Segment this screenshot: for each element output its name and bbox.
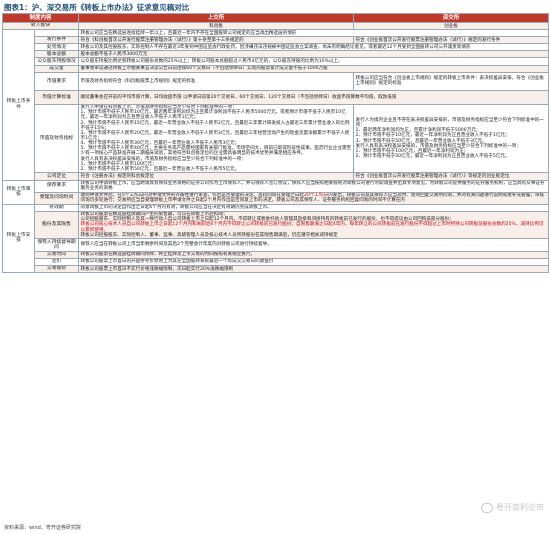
r5-text: 公众股东持股比例达到转板公司股份总数的25%以上；转板公司股本总额超过人民币4亿… bbox=[78, 57, 550, 66]
comparison-table: 制度内容 上交所 深交所 转入板块 科创板 创业板 转板上市条件 转板公司应当在… bbox=[1, 13, 550, 274]
r9-sse: 发行人申请在科创板上市，市值及财务指标应当至少符合下列标准中的一项： 1、预计市… bbox=[78, 103, 355, 174]
r6-label: 成交量 bbox=[33, 64, 80, 73]
row-r9: 市值及财务指标 发行人申请在科创板上市，市值及财务指标应当至少符合下列标准中的一… bbox=[3, 103, 550, 174]
board-szse: 创业板 bbox=[353, 21, 550, 31]
row-r6: 成交量 董事会审议通过转板上市相关事宜决议公告日前连续60个交易日（不包括停牌日… bbox=[3, 64, 550, 73]
r10-sse: 符合《注册办法》规定的科创板定位 bbox=[78, 172, 355, 181]
watermark-text: 粤开崇利论市 bbox=[496, 503, 544, 512]
r9-sse-line: 5、预计市值不低于人民币40亿元，主要业务或产品需经国家有关部门批准，市场空间大… bbox=[80, 146, 352, 157]
r16-label: 交易时间 bbox=[33, 250, 80, 259]
cat-review: 转板上市审核 bbox=[2, 179, 35, 205]
r7-sse: 市值及财务指标符合《科创板股票上市规则》规定的标准 bbox=[78, 71, 355, 91]
r13-label: 有效期 bbox=[33, 203, 80, 212]
r15-text: 保荐人应当在转板公司上市当年剩余时间及其后2个完整会计年度内对转板公司进行持续督… bbox=[78, 238, 550, 252]
r12-label: 受理及问询时间 bbox=[33, 191, 80, 205]
wechat-icon bbox=[481, 502, 493, 513]
cat-conditions: 转板上市条件 bbox=[2, 29, 35, 181]
board-label: 转入板块 bbox=[1, 21, 80, 31]
row-board: 转入板块 科创板 创业板 bbox=[1, 21, 550, 31]
r8-label: 市值计算标准 bbox=[33, 89, 80, 105]
row-r7: 市值要求 市值及财务指标符合《科创板股票上市规则》规定的标准 转板公司应当符合《… bbox=[3, 71, 550, 91]
r9-szse: 发行人为境内企业且不存在表决权差异安排的，市值及财务指标应当至少符合下列标准中的… bbox=[353, 103, 550, 174]
row-r5: 公众股东持股情况 公众股东持股比例达到转板公司股份总数的25%以上；转板公司股本… bbox=[3, 57, 550, 66]
r10-szse: 符合《创业板首次公开发行股票注册管理办法（试行）》等规定的创业板定位 bbox=[353, 172, 550, 181]
r11-text: 转板公司申请转板上市，应当聘请具有保荐业务资格的证券公司作为上市保荐人，并与保荐… bbox=[78, 179, 550, 193]
r16-text: 转板公司股票在精选层挂牌期间停牌、终止挂牌及上市交易的时间按照有关规定执行。 bbox=[78, 250, 550, 259]
row-r17: 定价 转板公司股票上市首日的开盘参考价原则上为其在全国股转系统最后一个有成交交易… bbox=[3, 257, 550, 267]
row-r12: 受理及问询时间 收到申请文件后，在5个工作日内对申请文件的齐备性进行审查，作出是… bbox=[3, 191, 550, 205]
r11-label: 保荐要求 bbox=[33, 179, 80, 193]
row-r15: 保荐人持续督导期间 保荐人应当在转板公司上市当年剩余时间及其后2个完整会计年度内… bbox=[3, 238, 550, 252]
watermark: 粤开崇利论市 bbox=[481, 502, 544, 513]
r4-text: 股本总额不低于人民币3000万元 bbox=[78, 50, 550, 59]
r9-sse-line: 1、预计市值不低于人民币10亿元，最近两年净利润均为正且累计净利润不低于人民币5… bbox=[80, 110, 346, 121]
header-sse: 上交所 bbox=[78, 13, 355, 23]
r3-text: 转板公司及其控股股东、实际控制人不存在最近3年受到中国证监会行政处罚，因涉嫌违法… bbox=[78, 43, 550, 52]
r9-szse-line: 2、预计市值不低于50亿元，最近一年净利润为正且营业收入不低于5亿元。 bbox=[355, 153, 510, 159]
r2-szse: 符合《创业板首次公开发行股票注册管理办法（试行）》规定的发行条件 bbox=[353, 36, 550, 45]
row-r18: 交易规则 转板公司股票上市首日不实行价格涨跌幅限制，次日起实行20%涨跌幅限制 bbox=[3, 265, 550, 274]
r5-label: 公众股东持股情况 bbox=[33, 57, 80, 66]
r10-label: 公司定位 bbox=[33, 172, 80, 181]
header-szse: 深交所 bbox=[353, 13, 550, 23]
r7-szse: 转板公司应当符合《创业板上市规则》规定的转板上市条件：表决权差异安排，符合《创业… bbox=[353, 71, 550, 91]
r9-szse-line: 发行人为境内企业且不存在表决权差异安排的，市值及财务指标应当至少符合下列标准中的… bbox=[355, 118, 544, 129]
r17-label: 定价 bbox=[33, 257, 80, 267]
cat-arrange: 转板上市安排 bbox=[2, 203, 35, 274]
r18-label: 交易规则 bbox=[33, 265, 80, 274]
row-r1: 转板上市条件 转板公司应当在精选层连续挂牌一年以上，且最近一年内不存在全国股转公… bbox=[2, 29, 550, 181]
row-r2: 发行条件 符合《科创板首次公开发行股票注册管理办法（试行）》第十条至第十三条规定… bbox=[3, 36, 550, 45]
header-row: 制度内容 上交所 深交所 bbox=[1, 13, 550, 23]
r15-label: 保荐人持续督导期间 bbox=[33, 238, 80, 252]
r9-sse-line: 3、预计市值不低于人民币20亿元，最近一年营业收入不低于人民币3亿元，且最近三年… bbox=[80, 130, 350, 141]
r7-label: 市值要求 bbox=[33, 71, 80, 91]
r2-label: 发行条件 bbox=[33, 36, 80, 45]
r9-sse-line: 2、预计市值不低于人民币50亿元，且最近一年营业收入不低于人民币5亿元。 bbox=[80, 166, 240, 172]
row-r16: 交易时间 转板公司股票在精选层挂牌期间停牌、终止挂牌及上市交易的时间按照有关规定… bbox=[3, 250, 550, 259]
r1-text: 转板公司应当在精选层连续挂牌一年以上，且最近一年内不存在全国股转公司规定的应当调… bbox=[78, 29, 550, 38]
r9-sse-line: 2、预计市值不低于人民币15亿元，最近一年营业收入不低于人民币2亿元，且最近三年… bbox=[80, 120, 350, 131]
r14-label: 股份及其限售 bbox=[33, 210, 80, 240]
row-r10: 公司定位 符合《注册办法》规定的科创板定位 符合《创业板首次公开发行股票注册管理… bbox=[3, 172, 550, 181]
row-r14: 股份及其限售 转板公司股票在精选层挂牌期间产生的限售期，可以在转板上市后扣除； … bbox=[3, 210, 550, 240]
r13-text: 同意转板上市的决定自作出之日起6个月内有效，转板公司应当在决定有效期内完成转板上… bbox=[78, 203, 550, 212]
row-r13: 转板上市安排 有效期 同意转板上市的决定自作出之日起6个月内有效，转板公司应当在… bbox=[2, 203, 550, 274]
header-col1: 制度内容 bbox=[1, 13, 80, 23]
r18-text: 转板公司股票上市首日不实行价格涨跌幅限制，次日起实行20%涨跌幅限制 bbox=[78, 265, 550, 274]
r14-text: 转板公司股票在精选层挂牌期间产生的限售期，可以在转板上市后扣除； 公司控股股东、… bbox=[78, 210, 550, 240]
r14-line: 转板公司控股股东、实际控制人、董事、监事、高级管理人员及核心技术人员所持股份在其… bbox=[80, 232, 338, 238]
board-sse: 科创板 bbox=[78, 21, 355, 31]
r12-text: 收到申请文件后，在5个工作日内对申请文件的齐备性进行审查，作出是否受理的决定。首… bbox=[78, 191, 550, 205]
row-r8: 市值计算标准 顺延董事会召开前的平均市值计算，日均收盘市值 以申请日前第20个交… bbox=[3, 89, 550, 105]
r8-text: 顺延董事会召开前的平均市值计算，日均收盘市值 以申请日前第20个交易日、60个交… bbox=[78, 89, 550, 105]
figure-title: 图表1：沪、深交易所《转板上市办法》征求意见稿对比 bbox=[4, 3, 190, 12]
r17-text: 转板公司股票上市首日的开盘参考价原则上为其在全国股转系统最后一个有成交交易日的收… bbox=[78, 257, 550, 267]
r6-text: 董事会审议通过转板上市相关事宜决议公告日前连续60个交易日（不包括停牌日）实现的… bbox=[78, 64, 550, 73]
r9-label: 市值及财务指标 bbox=[33, 103, 80, 174]
row-r4: 股本总额 股本总额不低于人民币3000万元 bbox=[3, 50, 550, 59]
r3-label: 处罚情况 bbox=[33, 43, 80, 52]
row-r11: 转板上市审核 保荐要求 转板公司申请转板上市，应当聘请具有保荐业务资格的证券公司… bbox=[2, 179, 550, 205]
r2-sse: 符合《科创板首次公开发行股票注册管理办法（试行）》第十条至第十三条规定的 bbox=[78, 36, 355, 45]
source-note: 资料来源：wind、粤开证券研究院 bbox=[4, 525, 81, 531]
r14-highlight: 转板公司核心技术人员自公司转板上市之日起12个月内和离职后6个月内不得转让公司转… bbox=[81, 222, 547, 232]
r4-label: 股本总额 bbox=[33, 50, 80, 59]
r14-line: 自公司转板上市之日起12个月内和离职后6个月内不得转让公司转板前已发行股份；自限… bbox=[80, 222, 544, 233]
page: 图表1：沪、深交易所《转板上市办法》征求意见稿对比 制度内容 上交所 深交所 转… bbox=[0, 0, 550, 534]
row-r3: 处罚情况 转板公司及其控股股东、实际控制人不存在最近3年受到中国证监会行政处罚，… bbox=[3, 43, 550, 52]
